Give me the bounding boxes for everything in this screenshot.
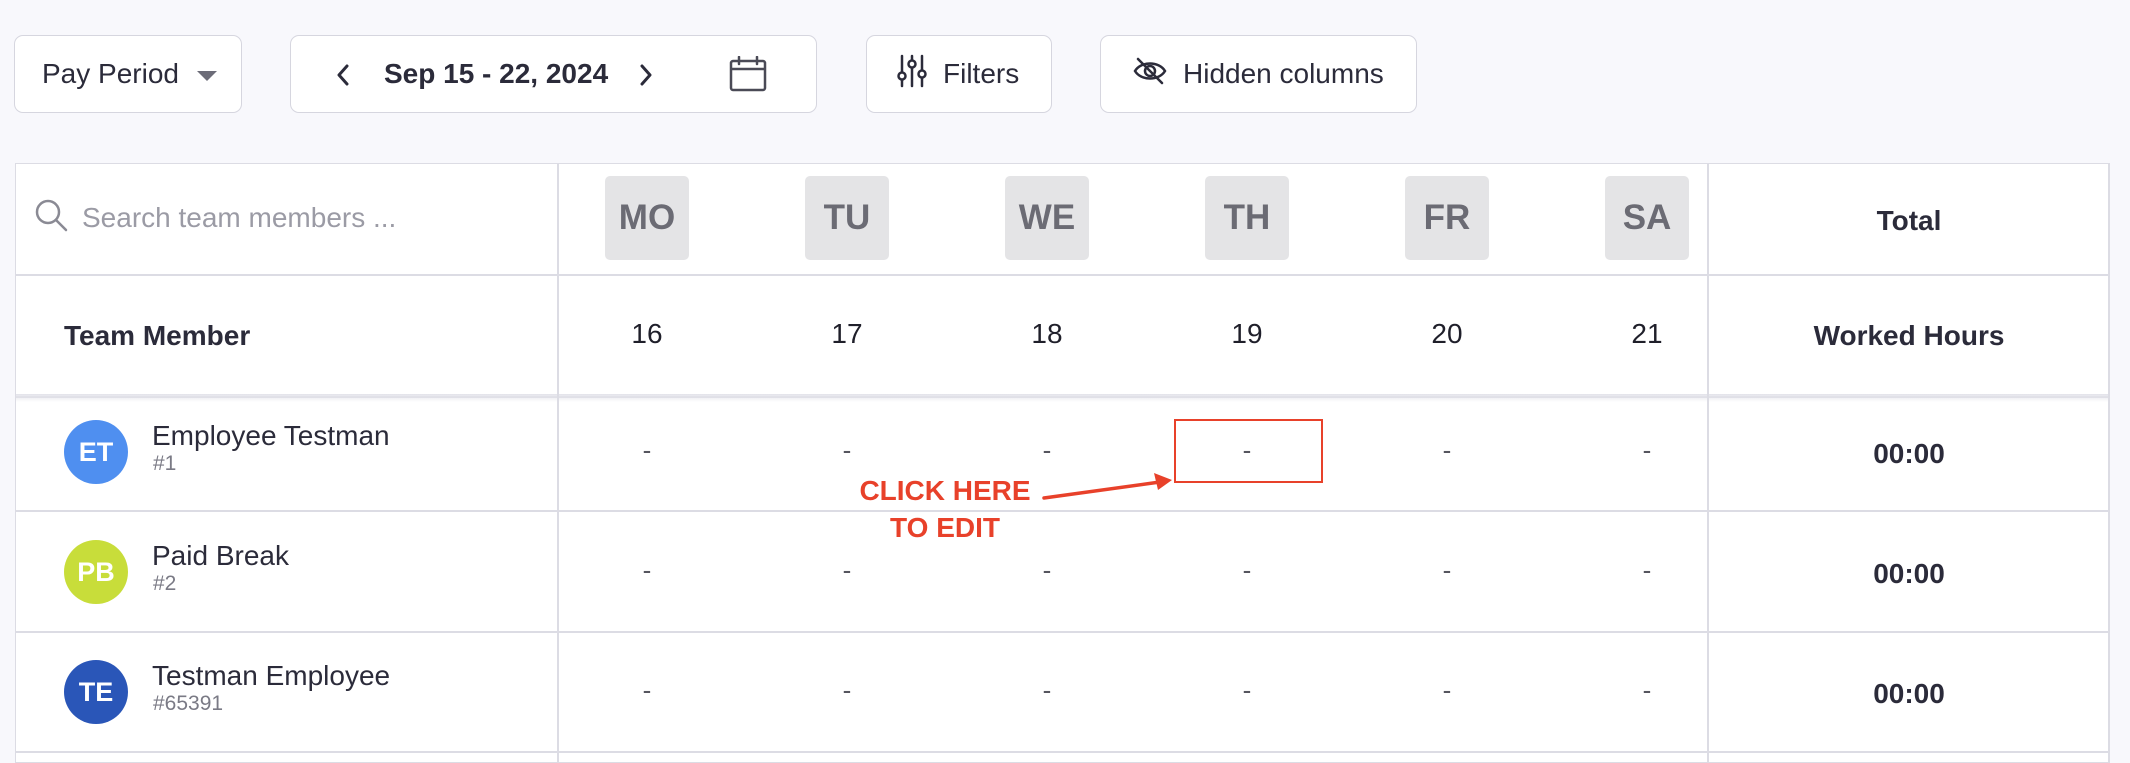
- chevron-right-icon[interactable]: [631, 58, 661, 92]
- day-header-tu[interactable]: TU: [805, 176, 889, 260]
- worked-hours-value: 00:00: [1873, 438, 1945, 469]
- time-cell[interactable]: -: [587, 658, 707, 722]
- annotation-line-2: TO EDIT: [890, 512, 1000, 543]
- avatar[interactable]: PB: [64, 540, 128, 604]
- member-name[interactable]: Paid Break: [152, 540, 289, 572]
- time-cell[interactable]: -: [787, 538, 907, 602]
- member-id: #65391: [153, 692, 224, 715]
- date-range-label: Sep 15 - 22, 2024: [384, 58, 609, 89]
- member-name[interactable]: Testman Employee: [152, 660, 390, 692]
- member-id: #2: [153, 572, 177, 595]
- divider: [16, 510, 2108, 512]
- total-header: Total: [1876, 205, 1942, 236]
- date-21: 21: [1631, 318, 1663, 349]
- member-name[interactable]: Employee Testman: [152, 420, 390, 452]
- toolbar: Pay Period Sep 15 - 22, 2024 Filters Hid…: [0, 0, 2130, 150]
- filters-button[interactable]: Filters: [866, 35, 1052, 113]
- time-cell[interactable]: -: [1387, 538, 1507, 602]
- time-cell[interactable]: -: [787, 658, 907, 722]
- time-cell[interactable]: -: [1587, 538, 1707, 602]
- worked-hours-value: 00:00: [1873, 678, 1945, 709]
- divider: [557, 164, 559, 762]
- time-cell[interactable]: -: [1387, 658, 1507, 722]
- date-range-picker[interactable]: Sep 15 - 22, 2024: [290, 35, 817, 113]
- divider: [16, 751, 2108, 753]
- time-cell[interactable]: -: [1587, 418, 1707, 482]
- divider: [1707, 164, 1709, 762]
- day-header-sa[interactable]: SA: [1605, 176, 1689, 260]
- time-cell[interactable]: -: [987, 538, 1107, 602]
- date-20: 20: [1431, 318, 1463, 349]
- hidden-columns-label: Hidden columns: [1183, 58, 1384, 89]
- worked-hours-value: 00:00: [1873, 558, 1945, 589]
- timesheet-table: MO TU WE TH FR SA Total Team Member 16 1…: [15, 163, 2110, 763]
- worked-hours-header: Worked Hours: [1813, 320, 2005, 351]
- time-cell[interactable]: -: [987, 658, 1107, 722]
- annotation-arrow-icon: [1042, 473, 1172, 500]
- time-cell[interactable]: -: [1387, 418, 1507, 482]
- chevron-left-icon[interactable]: [328, 58, 358, 92]
- divider: [16, 274, 2108, 276]
- calendar-icon[interactable]: [729, 55, 767, 99]
- filters-label: Filters: [943, 58, 1020, 89]
- search-input[interactable]: [82, 201, 512, 234]
- day-header-mo[interactable]: MO: [605, 176, 689, 260]
- time-cell[interactable]: -: [1187, 418, 1307, 482]
- team-member-header: Team Member: [64, 320, 251, 351]
- date-18: 18: [1031, 318, 1063, 349]
- search-box[interactable]: [34, 198, 512, 237]
- time-cell[interactable]: -: [587, 418, 707, 482]
- search-icon: [34, 198, 68, 237]
- member-id: #1: [153, 452, 177, 475]
- hidden-columns-button[interactable]: Hidden columns: [1100, 35, 1417, 113]
- pay-period-label: Pay Period: [42, 58, 179, 89]
- click-to-edit-annotation: CLICK HERE TO EDIT: [852, 472, 1038, 546]
- date-19: 19: [1231, 318, 1263, 349]
- pay-period-dropdown[interactable]: Pay Period: [14, 35, 242, 113]
- day-header-th[interactable]: TH: [1205, 176, 1289, 260]
- sliders-icon: [897, 54, 927, 95]
- avatar[interactable]: TE: [64, 660, 128, 724]
- time-cell[interactable]: -: [1187, 538, 1307, 602]
- date-17: 17: [831, 318, 863, 349]
- time-cell[interactable]: -: [587, 538, 707, 602]
- caret-down-icon: [196, 71, 217, 81]
- time-cell[interactable]: -: [1187, 658, 1307, 722]
- day-header-fr[interactable]: FR: [1405, 176, 1489, 260]
- divider: [16, 631, 2108, 633]
- time-cell[interactable]: -: [1587, 658, 1707, 722]
- date-16: 16: [631, 318, 663, 349]
- avatar[interactable]: ET: [64, 420, 128, 484]
- header-shadow: [16, 394, 2108, 402]
- annotation-line-1: CLICK HERE: [859, 475, 1031, 506]
- eye-slash-icon: [1133, 56, 1167, 93]
- day-header-we[interactable]: WE: [1005, 176, 1089, 260]
